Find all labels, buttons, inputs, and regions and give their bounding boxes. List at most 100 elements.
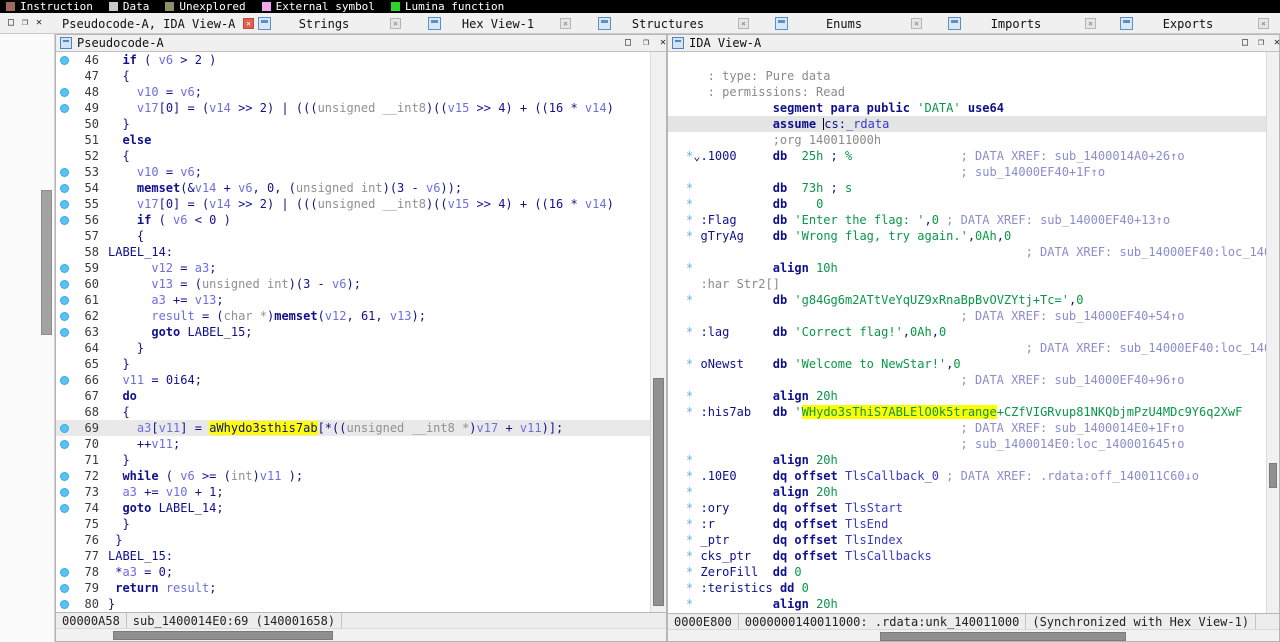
- ida-view-vscroll-thumb[interactable]: [1269, 463, 1277, 488]
- pseudocode-line[interactable]: 65 }: [56, 356, 666, 372]
- asm-line[interactable]: * :lag db 'Correct flag!',0Ah,0: [668, 324, 1279, 340]
- pseudocode-line[interactable]: 56 if ( v6 < 0 ): [56, 212, 666, 228]
- ida-view-hscroll-thumb[interactable]: [880, 632, 1126, 641]
- asm-line[interactable]: * _ptr dq offset TlsIndex: [668, 532, 1279, 548]
- breakpoint-dot[interactable]: [60, 568, 69, 577]
- tab-pseudocode-a-ida-view-a[interactable]: Pseudocode-A, IDA View-A: [62, 17, 235, 31]
- pseudocode-line[interactable]: 58LABEL_14:: [56, 244, 666, 260]
- asm-line[interactable]: * :his7ab db 'WHydo3sThiS7ABLElO0k5trang…: [668, 404, 1279, 420]
- asm-line[interactable]: * align 20h: [668, 388, 1279, 404]
- pseudocode-line[interactable]: 54 memset(&v14 + v6, 0, (unsigned int)(3…: [56, 180, 666, 196]
- pseudocode-line[interactable]: 57 {: [56, 228, 666, 244]
- pseudocode-vscroll-thumb[interactable]: [653, 378, 664, 606]
- pseudocode-line[interactable]: 70 ++v11;: [56, 436, 666, 452]
- asm-line[interactable]: * gTryAg db 'Wrong flag, try again.',0Ah…: [668, 228, 1279, 244]
- breakpoint-dot[interactable]: [60, 296, 69, 305]
- asm-line[interactable]: * db 73h ; s: [668, 180, 1279, 196]
- pseudocode-line[interactable]: 67 do: [56, 388, 666, 404]
- hex-view-1-tab-icon[interactable]: [428, 17, 441, 30]
- breakpoint-dot[interactable]: [60, 504, 69, 513]
- pseudocode-line[interactable]: 61 a3 += v13;: [56, 292, 666, 308]
- asm-line[interactable]: * align 20h: [668, 452, 1279, 468]
- pseudocode-line[interactable]: 79 return result;: [56, 580, 666, 596]
- pseudocode-line[interactable]: 74 goto LABEL_14;: [56, 500, 666, 516]
- breakpoint-dot[interactable]: [60, 488, 69, 497]
- pseudocode-line[interactable]: 50 }: [56, 116, 666, 132]
- tab-close-icon[interactable]: ✕: [1258, 18, 1269, 29]
- asm-line[interactable]: * align 10h: [668, 260, 1279, 276]
- tab-close-icon[interactable]: ✕: [911, 18, 922, 29]
- close-icon[interactable]: ✕: [32, 16, 46, 30]
- pseudocode-line[interactable]: 49 v17[0] = (v14 >> 2) | (((unsigned __i…: [56, 100, 666, 116]
- breakpoint-dot[interactable]: [60, 312, 69, 321]
- pseudocode-vscrollbar[interactable]: [650, 52, 666, 612]
- asm-line[interactable]: * :Flag db 'Enter the flag: ',0 ; DATA X…: [668, 212, 1279, 228]
- ida-view-vscrollbar[interactable]: [1266, 52, 1279, 613]
- asm-line[interactable]: ; DATA XREF: sub_1400014E0+1F↑o: [668, 420, 1279, 436]
- breakpoint-dot[interactable]: [60, 200, 69, 209]
- pseudocode-line[interactable]: 80}: [56, 596, 666, 612]
- breakpoint-dot[interactable]: [60, 440, 69, 449]
- tab-close-icon[interactable]: ✕: [243, 18, 254, 29]
- left-gutter-scrollbar[interactable]: [41, 190, 52, 335]
- pseudocode-line[interactable]: 63 goto LABEL_15;: [56, 324, 666, 340]
- pseudocode-line[interactable]: 68 {: [56, 404, 666, 420]
- ida-view-title-bar[interactable]: IDA View-A □ ❐ ✕: [668, 35, 1279, 52]
- breakpoint-dot[interactable]: [60, 184, 69, 193]
- pseudocode-line[interactable]: 46 if ( v6 > 2 ): [56, 52, 666, 68]
- breakpoint-dot[interactable]: [60, 264, 69, 273]
- pseudocode-line[interactable]: 62 result = (char *)memset(v12, 61, v13)…: [56, 308, 666, 324]
- pseudocode-line[interactable]: 77LABEL_15:: [56, 548, 666, 564]
- pseudocode-line[interactable]: 73 a3 += v10 + 1;: [56, 484, 666, 500]
- breakpoint-dot[interactable]: [60, 168, 69, 177]
- exports-tab-icon[interactable]: [1120, 17, 1133, 30]
- asm-line[interactable]: ; sub_1400014E0:loc_140001645↑o: [668, 436, 1279, 452]
- breakpoint-dot[interactable]: [60, 56, 69, 65]
- asm-line[interactable]: ; DATA XREF: sub_14000EF40+96↑o: [668, 372, 1279, 388]
- tab-enums[interactable]: Enums: [826, 17, 862, 31]
- breakpoint-dot[interactable]: [60, 600, 69, 609]
- ida-view-hscrollbar[interactable]: [668, 629, 1279, 641]
- asm-line[interactable]: * :r dq offset TlsEnd: [668, 516, 1279, 532]
- breakpoint-dot[interactable]: [60, 88, 69, 97]
- imports-tab-icon[interactable]: [948, 17, 961, 30]
- breakpoint-dot[interactable]: [60, 376, 69, 385]
- pseudocode-line[interactable]: 47 {: [56, 68, 666, 84]
- asm-line[interactable]: assume cs:_rdata: [668, 116, 1279, 132]
- pseudocode-hscroll-thumb[interactable]: [113, 631, 333, 640]
- breakpoint-dot[interactable]: [60, 216, 69, 225]
- float-icon[interactable]: ❐: [639, 36, 653, 50]
- breakpoint-dot[interactable]: [60, 424, 69, 433]
- asm-line[interactable]: [668, 52, 1279, 68]
- maximize-icon[interactable]: □: [4, 16, 18, 30]
- pseudocode-line[interactable]: 75 }: [56, 516, 666, 532]
- pseudocode-line[interactable]: 53 v10 = v6;: [56, 164, 666, 180]
- pseudocode-line[interactable]: 78 *a3 = 0;: [56, 564, 666, 580]
- asm-line[interactable]: : type: Pure data: [668, 68, 1279, 84]
- tab-strings[interactable]: Strings: [299, 17, 350, 31]
- tab-close-icon[interactable]: ✕: [390, 18, 401, 29]
- breakpoint-dot[interactable]: [60, 328, 69, 337]
- float-icon[interactable]: ❐: [1254, 36, 1268, 50]
- float-icon[interactable]: ❐: [18, 16, 32, 30]
- breakpoint-dot[interactable]: [60, 472, 69, 481]
- asm-line[interactable]: ; DATA XREF: sub_14000EF40:loc_14000EFA7…: [668, 244, 1279, 260]
- pseudocode-line[interactable]: 60 v13 = (unsigned int)(3 - v6);: [56, 276, 666, 292]
- asm-line[interactable]: ;org 140011000h: [668, 132, 1279, 148]
- pseudocode-line[interactable]: 51 else: [56, 132, 666, 148]
- asm-line[interactable]: * oNewst db 'Welcome to NewStar!',0: [668, 356, 1279, 372]
- pseudocode-title-bar[interactable]: Pseudocode-A □ ❐ ✕: [56, 35, 666, 52]
- asm-line[interactable]: * .10E0 dq offset TlsCallback_0 ; DATA X…: [668, 468, 1279, 484]
- asm-line[interactable]: * db 'g84Gg6m2ATtVeYqUZ9xRnaBpBvOVZYtj+T…: [668, 292, 1279, 308]
- pseudocode-line[interactable]: 55 v17[0] = (v14 >> 2) | (((unsigned __i…: [56, 196, 666, 212]
- pseudocode-line[interactable]: 72 while ( v6 >= (int)v11 );: [56, 468, 666, 484]
- tab-close-icon[interactable]: ✕: [738, 18, 749, 29]
- structures-tab-icon[interactable]: [598, 17, 611, 30]
- pseudocode-line[interactable]: 52 {: [56, 148, 666, 164]
- breakpoint-dot[interactable]: [60, 280, 69, 289]
- maximize-icon[interactable]: □: [621, 36, 635, 50]
- pseudocode-line[interactable]: 66 v11 = 0i64;: [56, 372, 666, 388]
- asm-line[interactable]: * db 0: [668, 196, 1279, 212]
- pseudocode-line[interactable]: 48 v10 = v6;: [56, 84, 666, 100]
- asm-line[interactable]: :har Str2[]: [668, 276, 1279, 292]
